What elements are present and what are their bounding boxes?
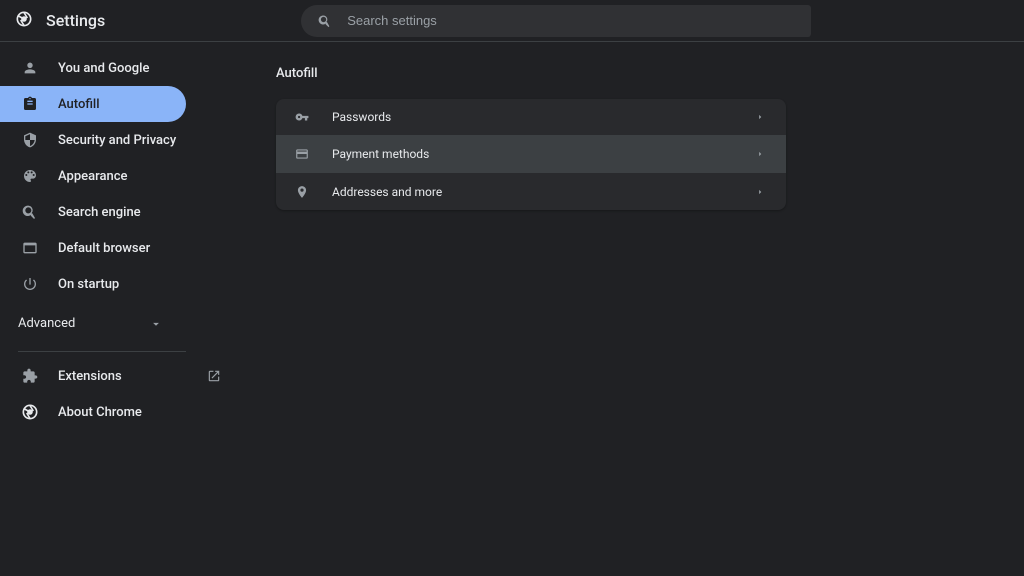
- app-title: Settings: [46, 11, 105, 30]
- extension-icon: [22, 368, 38, 384]
- page-title: Autofill: [276, 66, 1004, 81]
- person-icon: [22, 60, 38, 76]
- clipboard-icon: [22, 96, 38, 112]
- open-external-icon: [206, 369, 222, 383]
- sidebar-item-default-browser[interactable]: Default browser: [0, 230, 244, 266]
- search-input[interactable]: [347, 13, 795, 28]
- topbar: Settings: [0, 0, 1024, 42]
- row-label: Addresses and more: [332, 185, 442, 199]
- sidebar-item-label: About Chrome: [58, 405, 142, 420]
- sidebar-item-label: You and Google: [58, 61, 149, 76]
- sidebar-item-label: Extensions: [58, 369, 122, 384]
- shield-icon: [22, 132, 38, 148]
- sidebar-item-appearance[interactable]: Appearance: [0, 158, 244, 194]
- sidebar-item-extensions[interactable]: Extensions: [0, 358, 244, 394]
- browser-icon: [22, 240, 38, 256]
- search-container: [301, 5, 811, 37]
- chevron-down-icon: [148, 317, 164, 331]
- sidebar: You and Google Autofill Security and Pri…: [0, 42, 244, 576]
- chrome-logo-icon: [16, 11, 32, 31]
- search-box[interactable]: [301, 5, 811, 37]
- key-icon: [294, 110, 310, 124]
- card-icon: [294, 147, 310, 161]
- sidebar-item-autofill[interactable]: Autofill: [0, 86, 186, 122]
- search-icon: [22, 204, 38, 220]
- sidebar-divider: [18, 351, 186, 352]
- search-icon: [317, 14, 333, 28]
- autofill-card: Passwords Payment methods Addresses and …: [276, 99, 786, 210]
- main-content: Autofill Passwords Payment methods Addre…: [244, 42, 1024, 576]
- sidebar-advanced-toggle[interactable]: Advanced: [0, 302, 186, 345]
- sidebar-item-label: Default browser: [58, 241, 150, 256]
- sidebar-item-label: Appearance: [58, 169, 127, 184]
- sidebar-item-you-and-google[interactable]: You and Google: [0, 50, 244, 86]
- row-payment-methods[interactable]: Payment methods: [276, 136, 786, 173]
- sidebar-item-label: Security and Privacy: [58, 133, 176, 148]
- row-label: Passwords: [332, 110, 391, 124]
- row-addresses[interactable]: Addresses and more: [276, 173, 786, 210]
- chevron-right-icon: [752, 149, 768, 159]
- palette-icon: [22, 168, 38, 184]
- chrome-logo-icon: [22, 404, 38, 420]
- advanced-label: Advanced: [18, 316, 75, 331]
- sidebar-item-label: Autofill: [58, 97, 100, 112]
- sidebar-item-on-startup[interactable]: On startup: [0, 266, 244, 302]
- sidebar-item-label: On startup: [58, 277, 119, 292]
- row-passwords[interactable]: Passwords: [276, 99, 786, 136]
- app-brand: Settings: [16, 11, 105, 31]
- row-label: Payment methods: [332, 147, 429, 161]
- sidebar-item-search-engine[interactable]: Search engine: [0, 194, 244, 230]
- sidebar-item-security-privacy[interactable]: Security and Privacy: [0, 122, 244, 158]
- sidebar-item-about-chrome[interactable]: About Chrome: [0, 394, 244, 430]
- sidebar-item-label: Search engine: [58, 205, 141, 220]
- pin-icon: [294, 185, 310, 199]
- chevron-right-icon: [752, 112, 768, 122]
- chevron-right-icon: [752, 187, 768, 197]
- power-icon: [22, 276, 38, 292]
